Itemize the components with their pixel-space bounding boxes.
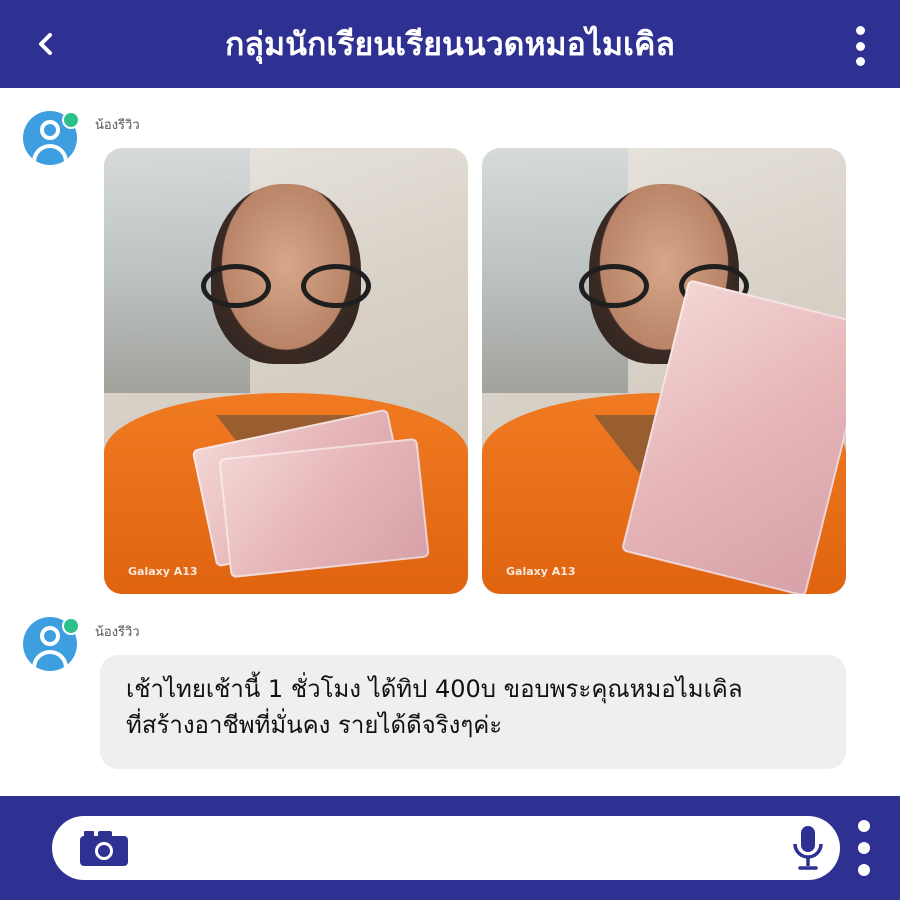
photo-watermark: Galaxy A13 — [128, 565, 198, 578]
composer-more-button[interactable] — [852, 820, 876, 876]
message-input[interactable] — [144, 828, 748, 870]
user-icon — [40, 626, 60, 646]
camera-icon — [80, 831, 128, 866]
message-bubble: เช้าไทยเช้านี้ 1 ชั่วโมง ได้ทิป 400บ ขอบ… — [100, 655, 846, 769]
microphone-button[interactable] — [790, 824, 826, 872]
message-text-line: เช้าไทยเช้านี้ 1 ชั่วโมง ได้ทิป 400บ ขอบ… — [126, 675, 743, 703]
more-vertical-icon — [858, 820, 870, 832]
camera-button[interactable] — [78, 828, 130, 868]
user-icon — [40, 120, 60, 140]
microphone-icon — [793, 826, 823, 870]
message-composer — [52, 816, 840, 880]
composer-bar — [0, 796, 900, 900]
photo-watermark: Galaxy A13 — [506, 565, 576, 578]
sender-name: น้องรีวิว — [95, 625, 140, 640]
online-status-dot — [62, 617, 80, 635]
message-text-line: ที่สร้างอาชีพที่มั่นคง รายได้ดีจริงๆค่ะ — [126, 711, 503, 739]
back-button[interactable] — [26, 24, 66, 64]
chat-title: กลุ่มนักเรียนเรียนนวดหมอไมเคิล — [225, 25, 675, 63]
chevron-left-icon — [39, 33, 52, 55]
more-options-button[interactable] — [848, 26, 872, 66]
message-photo[interactable]: Galaxy A13 — [482, 148, 846, 594]
sender-name: น้องรีวิว — [95, 118, 140, 133]
online-status-dot — [62, 111, 80, 129]
chat-header: กลุ่มนักเรียนเรียนนวดหมอไมเคิล — [0, 0, 900, 88]
message-photo[interactable]: Galaxy A13 — [104, 148, 468, 594]
more-vertical-icon — [855, 26, 865, 35]
